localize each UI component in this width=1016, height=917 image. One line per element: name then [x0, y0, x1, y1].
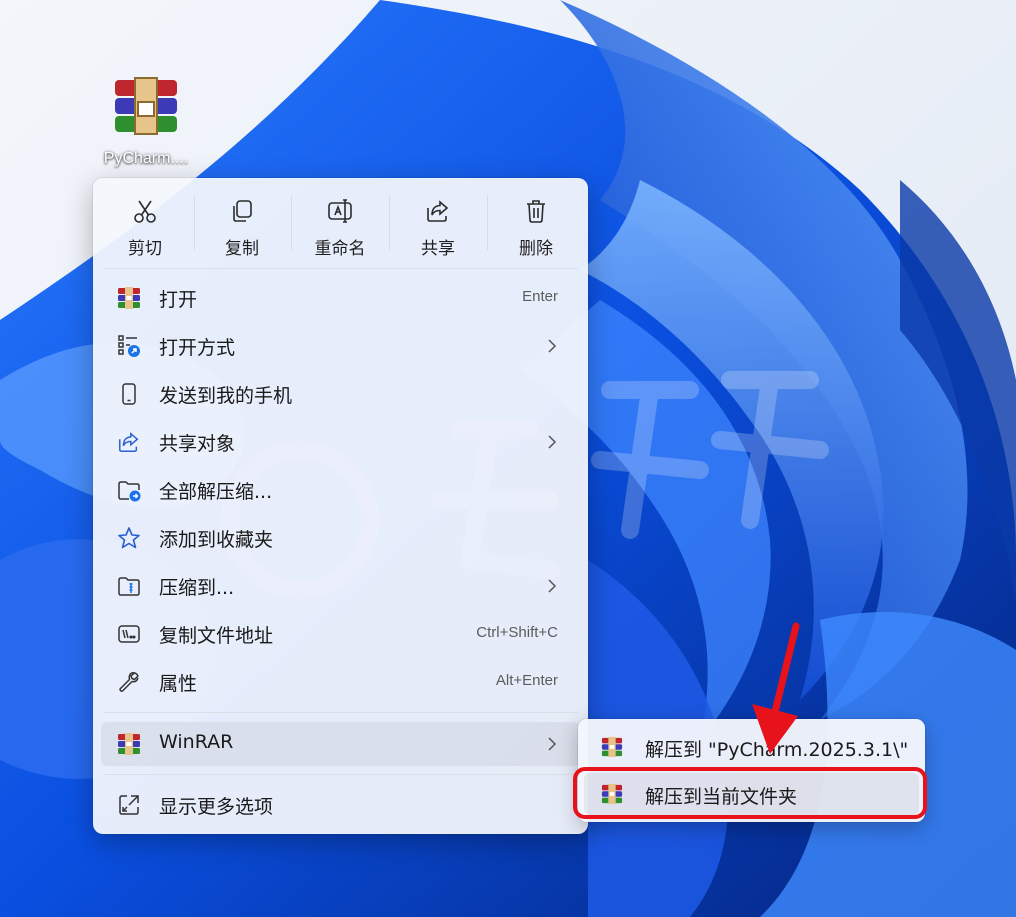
toolbar-separator	[487, 196, 488, 250]
menu-item-compress-to[interactable]: 压缩到...	[101, 564, 580, 608]
shortcut-label: Enter	[522, 288, 558, 305]
menu-item-share-with[interactable]: 共享对象	[101, 420, 580, 464]
wrench-icon	[119, 672, 139, 692]
menu-item-label: 复制文件地址	[159, 625, 274, 647]
share-button[interactable]: 共享	[395, 188, 481, 262]
menu-item-copy-path[interactable]: 复制文件地址 Ctrl+Shift+C	[101, 612, 580, 656]
winrar-icon	[118, 733, 140, 755]
menu-item-label: 共享对象	[159, 433, 236, 455]
red-arrow-annotation	[752, 622, 800, 754]
rename-button[interactable]: 重命名	[297, 188, 383, 262]
menu-item-label: 打开	[159, 289, 198, 311]
menu-item-label: 压缩到...	[159, 577, 235, 599]
copy-icon	[233, 200, 252, 222]
context-toolbar: 剪切 复制 重命名 共享 删除	[93, 178, 588, 268]
cut-label: 剪切	[128, 239, 162, 259]
toolbar-separator	[194, 196, 195, 250]
winrar-archive-icon	[115, 77, 177, 135]
extract-folder-icon	[118, 481, 141, 502]
delete-label: 删除	[519, 239, 553, 259]
cut-button[interactable]: 剪切	[102, 188, 188, 262]
menu-item-add-favorites[interactable]: 添加到收藏夹	[101, 516, 580, 560]
share-icon	[119, 432, 139, 452]
chevron-right-icon	[548, 435, 557, 449]
menu-divider	[103, 774, 578, 775]
copy-button[interactable]: 复制	[199, 188, 285, 262]
menu-item-show-more-options[interactable]: 显示更多选项	[101, 783, 580, 827]
rename-icon	[328, 199, 352, 223]
menu-item-label: 全部解压缩...	[159, 481, 273, 503]
shortcut-label: Alt+Enter	[495, 672, 558, 689]
copy-path-icon	[118, 625, 140, 643]
desktop-file-icon[interactable]: PyCharm....	[94, 76, 198, 168]
menu-item-send-to-phone[interactable]: 发送到我的手机	[101, 372, 580, 416]
copy-label: 复制	[225, 239, 259, 259]
desktop-file-label: PyCharm....	[103, 150, 189, 167]
rename-label: 重命名	[314, 239, 366, 259]
menu-item-label: 属性	[159, 673, 198, 695]
delete-button[interactable]: 删除	[493, 188, 579, 262]
highlight-box	[573, 767, 927, 819]
menu-item-extract-all[interactable]: 全部解压缩...	[101, 468, 580, 512]
chevron-right-icon	[548, 579, 557, 593]
winrar-icon	[118, 287, 140, 309]
menu-item-label: 发送到我的手机	[159, 385, 293, 407]
chevron-right-icon	[548, 737, 557, 751]
winrar-icon	[601, 736, 623, 758]
phone-icon	[122, 383, 136, 405]
menu-item-label: 打开方式	[159, 337, 236, 359]
menu-item-winrar[interactable]: WinRAR	[101, 722, 580, 766]
menu-item-properties[interactable]: 属性 Alt+Enter	[101, 660, 580, 704]
chevron-right-icon	[548, 339, 557, 353]
menu-divider	[103, 268, 578, 269]
context-menu: 剪切 复制 重命名 共享 删除 打开 Enter 打开方式 发送到我的手机 共享…	[93, 178, 588, 834]
cut-icon	[134, 200, 156, 223]
zip-folder-icon	[118, 577, 140, 596]
toolbar-separator	[291, 196, 292, 250]
menu-item-open-with[interactable]: 打开方式	[101, 324, 580, 368]
delete-icon	[527, 200, 545, 223]
menu-divider	[103, 712, 578, 713]
open-with-icon	[118, 335, 140, 357]
external-icon	[119, 795, 139, 815]
share-label: 共享	[421, 239, 455, 259]
toolbar-separator	[389, 196, 390, 250]
shortcut-label: Ctrl+Shift+C	[476, 624, 558, 641]
menu-item-label: 显示更多选项	[159, 796, 274, 818]
share-icon	[427, 200, 449, 222]
menu-item-open[interactable]: 打开 Enter	[101, 276, 580, 320]
menu-item-label: 添加到收藏夹	[159, 529, 274, 551]
star-icon	[118, 527, 140, 549]
menu-item-label: WinRAR	[159, 731, 234, 753]
